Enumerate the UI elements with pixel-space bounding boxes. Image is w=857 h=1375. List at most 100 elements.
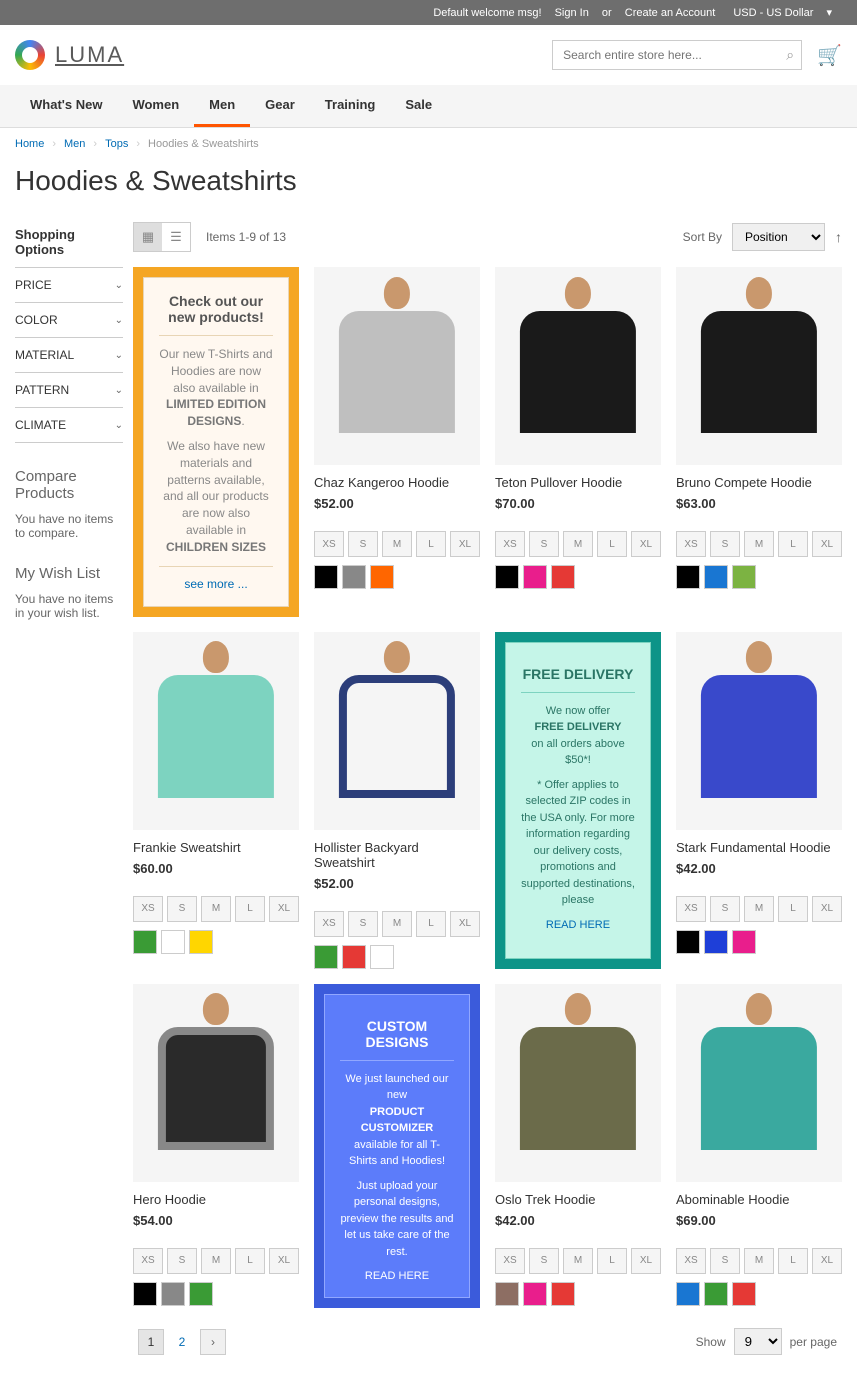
search-icon[interactable]: ⌕ <box>786 47 794 64</box>
size-swatch[interactable]: XL <box>450 531 480 557</box>
size-swatch[interactable]: S <box>710 1248 740 1274</box>
size-swatch[interactable]: XS <box>133 1248 163 1274</box>
size-swatch[interactable]: XL <box>450 911 480 937</box>
size-swatch[interactable]: S <box>167 896 197 922</box>
nav-whatsnew[interactable]: What's New <box>15 85 117 127</box>
size-swatch[interactable]: XS <box>314 911 344 937</box>
color-swatch[interactable] <box>189 1282 213 1306</box>
size-swatch[interactable]: XS <box>495 531 525 557</box>
promo-link[interactable]: READ HERE <box>365 1270 429 1282</box>
size-swatch[interactable]: M <box>563 531 593 557</box>
nav-sale[interactable]: Sale <box>390 85 447 127</box>
page-next-icon[interactable]: › <box>200 1329 226 1355</box>
product-image[interactable] <box>314 632 480 830</box>
size-swatch[interactable]: M <box>382 911 412 937</box>
color-swatch[interactable] <box>676 1282 700 1306</box>
product-name[interactable]: Hollister Backyard Sweatshirt <box>314 840 480 870</box>
size-swatch[interactable]: XL <box>812 896 842 922</box>
currency-switcher[interactable]: USD - US Dollar ▾ <box>728 7 837 19</box>
product-image[interactable] <box>314 267 480 465</box>
color-swatch[interactable] <box>523 565 547 589</box>
size-swatch[interactable]: L <box>235 1248 265 1274</box>
size-swatch[interactable]: L <box>778 531 808 557</box>
size-swatch[interactable]: M <box>744 1248 774 1274</box>
size-swatch[interactable]: XS <box>314 531 344 557</box>
color-swatch[interactable] <box>342 565 366 589</box>
color-swatch[interactable] <box>314 945 338 969</box>
cart-icon[interactable]: 🛒 <box>817 43 842 68</box>
color-swatch[interactable] <box>704 930 728 954</box>
create-account-link[interactable]: Create an Account <box>625 7 716 19</box>
product-name[interactable]: Frankie Sweatshirt <box>133 840 299 855</box>
product-name[interactable]: Abominable Hoodie <box>676 1192 842 1207</box>
promo-link[interactable]: see more ... <box>184 577 247 591</box>
size-swatch[interactable]: XS <box>133 896 163 922</box>
product-name[interactable]: Bruno Compete Hoodie <box>676 475 842 490</box>
size-swatch[interactable]: M <box>744 531 774 557</box>
product-name[interactable]: Chaz Kangeroo Hoodie <box>314 475 480 490</box>
color-swatch[interactable] <box>495 565 519 589</box>
product-image[interactable] <box>495 984 661 1182</box>
color-swatch[interactable] <box>551 1282 575 1306</box>
size-swatch[interactable]: XS <box>676 531 706 557</box>
size-swatch[interactable]: M <box>201 1248 231 1274</box>
product-name[interactable]: Teton Pullover Hoodie <box>495 475 661 490</box>
size-swatch[interactable]: L <box>778 896 808 922</box>
size-swatch[interactable]: M <box>201 896 231 922</box>
promo-link[interactable]: READ HERE <box>546 919 610 931</box>
size-swatch[interactable]: XL <box>812 1248 842 1274</box>
product-image[interactable] <box>676 632 842 830</box>
size-swatch[interactable]: S <box>529 531 559 557</box>
color-swatch[interactable] <box>732 1282 756 1306</box>
product-image[interactable] <box>133 632 299 830</box>
product-name[interactable]: Stark Fundamental Hoodie <box>676 840 842 855</box>
size-swatch[interactable]: S <box>710 531 740 557</box>
product-image[interactable] <box>676 267 842 465</box>
product-image[interactable] <box>133 984 299 1182</box>
size-swatch[interactable]: XL <box>269 896 299 922</box>
sort-select[interactable]: Position <box>732 223 825 251</box>
product-name[interactable]: Oslo Trek Hoodie <box>495 1192 661 1207</box>
nav-training[interactable]: Training <box>310 85 391 127</box>
color-swatch[interactable] <box>732 565 756 589</box>
nav-men[interactable]: Men <box>194 85 250 127</box>
color-swatch[interactable] <box>133 930 157 954</box>
signin-link[interactable]: Sign In <box>555 7 589 19</box>
size-swatch[interactable]: S <box>167 1248 197 1274</box>
color-swatch[interactable] <box>704 1282 728 1306</box>
nav-gear[interactable]: Gear <box>250 85 310 127</box>
color-swatch[interactable] <box>495 1282 519 1306</box>
size-swatch[interactable]: M <box>744 896 774 922</box>
color-swatch[interactable] <box>676 565 700 589</box>
color-swatch[interactable] <box>342 945 366 969</box>
size-swatch[interactable]: L <box>778 1248 808 1274</box>
color-swatch[interactable] <box>314 565 338 589</box>
size-swatch[interactable]: XS <box>676 896 706 922</box>
color-swatch[interactable] <box>161 930 185 954</box>
logo[interactable]: LUMA <box>15 40 124 70</box>
nav-women[interactable]: Women <box>117 85 194 127</box>
breadcrumb-item[interactable]: Men <box>64 138 85 150</box>
color-swatch[interactable] <box>370 945 394 969</box>
color-swatch[interactable] <box>189 930 213 954</box>
size-swatch[interactable]: S <box>529 1248 559 1274</box>
size-swatch[interactable]: XL <box>631 1248 661 1274</box>
filter-color[interactable]: COLOR⌄ <box>15 302 123 337</box>
color-swatch[interactable] <box>551 565 575 589</box>
color-swatch[interactable] <box>523 1282 547 1306</box>
list-view-icon[interactable]: ☰ <box>162 223 190 251</box>
breadcrumb-item[interactable]: Home <box>15 138 44 150</box>
filter-material[interactable]: MATERIAL⌄ <box>15 337 123 372</box>
size-swatch[interactable]: L <box>597 531 627 557</box>
size-swatch[interactable]: L <box>416 911 446 937</box>
size-swatch[interactable]: L <box>235 896 265 922</box>
color-swatch[interactable] <box>161 1282 185 1306</box>
size-swatch[interactable]: XL <box>631 531 661 557</box>
sort-direction-icon[interactable]: ↑ <box>835 229 842 245</box>
color-swatch[interactable] <box>370 565 394 589</box>
size-swatch[interactable]: XS <box>676 1248 706 1274</box>
size-swatch[interactable]: S <box>710 896 740 922</box>
size-swatch[interactable]: XL <box>812 531 842 557</box>
limiter-select[interactable]: 9 <box>734 1328 782 1355</box>
size-swatch[interactable]: L <box>597 1248 627 1274</box>
